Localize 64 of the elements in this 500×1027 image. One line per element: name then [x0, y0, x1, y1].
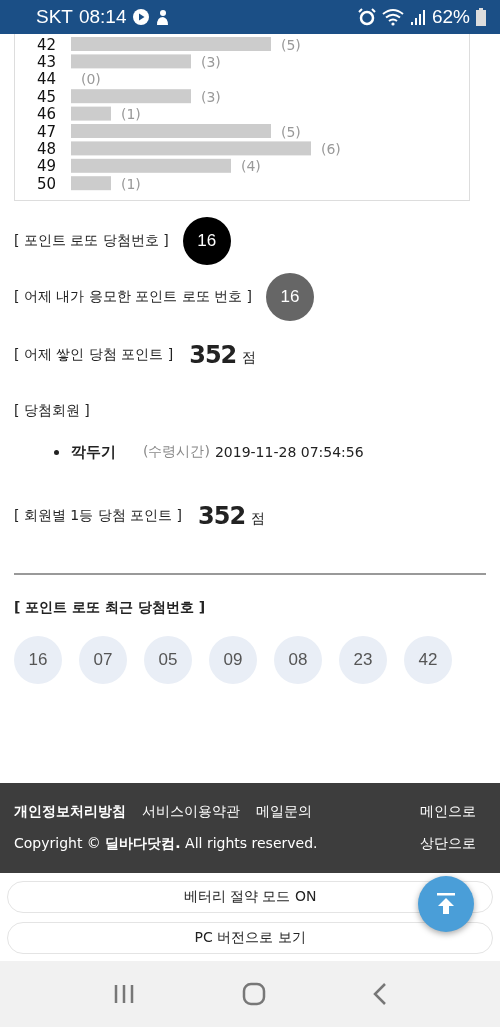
footer-link[interactable]: 메일문의: [256, 803, 312, 821]
battery-level: 62%: [431, 6, 470, 28]
number-ball: 09: [209, 636, 257, 684]
bar: [71, 176, 111, 191]
axis-label: 50: [36, 174, 56, 193]
data-label: (5): [281, 123, 301, 140]
data-label: (1): [121, 175, 141, 192]
points-value: 352: [198, 502, 246, 530]
signal-icon: [409, 8, 426, 26]
recent-apps-icon[interactable]: [113, 983, 136, 1005]
axis-label: 45: [36, 87, 56, 106]
axis-label: 43: [36, 52, 56, 71]
points-unit: 점: [242, 349, 257, 367]
footer-link[interactable]: 서비스이용약관: [142, 803, 240, 821]
section-label: [ 어제 쌓인 당첨 포인트 ]: [14, 346, 174, 364]
section-label: [ 포인트 로또 당첨번호 ]: [14, 232, 169, 250]
copyright-text: Copyright © 딜바다닷컴. All rights reserved.: [14, 835, 318, 853]
data-label: (4): [241, 158, 261, 175]
data-label: (1): [121, 106, 141, 123]
section-label: [ 어제 내가 응모한 포인트 로또 번호 ]: [14, 288, 253, 306]
number-ball: 16: [14, 636, 62, 684]
points-value: 352: [189, 341, 237, 369]
axis-label: 47: [36, 122, 56, 141]
axis-label: 42: [36, 35, 56, 54]
number-ball: 16: [182, 217, 231, 265]
data-label: (3): [201, 88, 221, 105]
received-time: 2019-11-28 07:54:56: [214, 444, 364, 460]
wifi-icon: [381, 8, 404, 26]
back-icon[interactable]: [372, 982, 387, 1006]
number-ball: 08: [274, 636, 322, 684]
carrier: SKT: [36, 6, 73, 28]
footer-link[interactable]: 메인으로: [420, 803, 476, 821]
member-name: 깍두기: [71, 442, 117, 462]
number-ball: 42: [404, 636, 452, 684]
alarm-icon: [357, 8, 376, 26]
option-button[interactable]: PC 버전으로 보기: [7, 922, 493, 954]
footer-link[interactable]: 개인정보처리방침: [14, 803, 126, 821]
axis-label: 44: [36, 70, 56, 89]
clock: 08:14: [78, 6, 127, 28]
footer-link[interactable]: 상단으로: [420, 835, 476, 853]
points-unit: 점: [251, 510, 266, 528]
number-ball: 05: [144, 636, 192, 684]
battery-icon: [476, 8, 486, 26]
bullet-icon: [54, 449, 59, 455]
number-ball: 07: [79, 636, 127, 684]
section-label: [ 회원별 1등 당첨 포인트 ]: [14, 507, 183, 525]
arrow-up-icon: [435, 893, 457, 915]
play-icon: [132, 9, 149, 25]
data-label: (3): [201, 53, 221, 70]
bar: [71, 106, 111, 121]
number-ball: 23: [339, 636, 387, 684]
number-ball: 16: [266, 273, 315, 321]
data-label: (0): [81, 71, 101, 88]
axis-label: 49: [36, 157, 56, 176]
time-label: (수령시간): [143, 443, 210, 461]
axis-label: 46: [36, 105, 56, 124]
data-label: (6): [321, 140, 341, 157]
section-label: [ 당첨회원 ]: [14, 402, 90, 420]
figure-icon: [154, 8, 169, 26]
option-button[interactable]: 베터리 절약 모드 ON: [7, 881, 493, 913]
axis-label: 48: [36, 139, 56, 158]
section-title: [ 포인트 로또 최근 당첨번호 ]: [14, 599, 207, 617]
data-label: (5): [281, 36, 301, 53]
home-icon[interactable]: [242, 982, 266, 1006]
